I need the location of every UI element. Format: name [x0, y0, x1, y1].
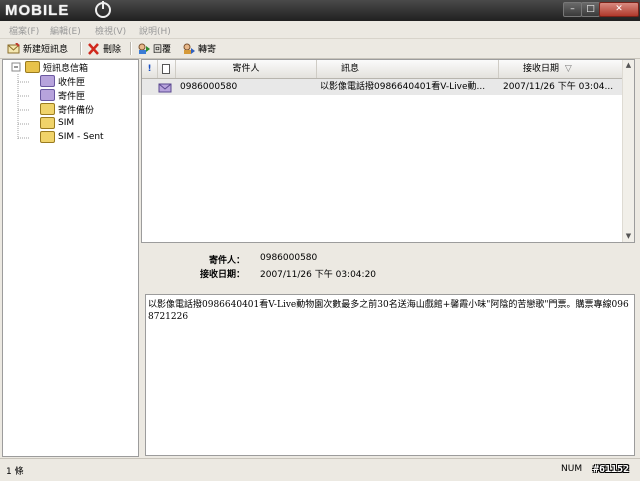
message-list: ! 寄件人 訊息 接收日期 ▽ 0986000580 以影像電話撥0986640… — [141, 59, 635, 243]
outbox-icon — [40, 89, 55, 101]
column-date-label: 接收日期 — [523, 64, 560, 74]
tree-root[interactable]: 短訊息信箱 — [25, 60, 88, 74]
menu-help[interactable]: 說明(H) — [139, 24, 171, 37]
maximize-button[interactable]: □ — [581, 2, 600, 17]
row-sender: 0986000580 — [180, 82, 238, 92]
message-count: 1 條 — [6, 467, 24, 477]
close-button[interactable]: ✕ — [599, 2, 639, 17]
folder-tree: 短訊息信箱 收件匣 寄件匣 寄件備份 SIM SIM - Sent — [2, 59, 139, 457]
tree-item-label: 收件匣 — [58, 77, 86, 88]
minimize-button[interactable]: – — [563, 2, 582, 17]
title-bar[interactable]: MOBILE – □ ✕ — [0, 0, 640, 21]
tree-item-sim-sent[interactable]: SIM - Sent — [40, 130, 104, 144]
menu-bar: 檔案(F) 編輯(E) 檢視(V) 說明(H) — [0, 21, 640, 39]
mailbox-icon — [25, 61, 40, 73]
reply-button[interactable]: 回覆 — [137, 41, 171, 56]
sim-sent-icon — [40, 131, 55, 143]
power-icon — [95, 1, 111, 18]
menu-edit[interactable]: 編輯(E) — [50, 24, 81, 37]
forward-icon — [182, 43, 195, 55]
scroll-down-arrow[interactable]: ▼ — [623, 231, 634, 242]
forward-button[interactable]: 轉寄 — [182, 41, 216, 56]
detail-date-label: 接收日期： — [199, 270, 245, 280]
message-body-text: 以影像電話撥0986640401看V-Live動物園次數最多之前30名送海山戲館… — [148, 300, 629, 322]
message-detail-header: 寄件人： 0986000580 接收日期： 2007/11/26 下午 03:0… — [141, 246, 635, 292]
reply-label: 回覆 — [153, 45, 172, 55]
num-lock-indicator: NUM — [561, 464, 583, 474]
list-header: ! 寄件人 訊息 接收日期 ▽ — [142, 60, 624, 79]
sim-icon — [40, 117, 55, 129]
menu-view[interactable]: 檢視(V) — [95, 24, 126, 37]
sort-descending-icon: ▽ — [564, 64, 572, 74]
new-message-icon — [7, 41, 20, 55]
delete-label: 刪除 — [103, 45, 122, 55]
tree-item-sent-backup[interactable]: 寄件備份 — [40, 102, 94, 116]
detail-date-value: 2007/11/26 下午 03:04:20 — [260, 270, 377, 280]
column-sender[interactable]: 寄件人 — [176, 60, 317, 78]
delete-icon — [87, 42, 100, 55]
detail-sender-value: 0986000580 — [260, 253, 318, 263]
menu-file[interactable]: 檔案(F) — [9, 24, 39, 37]
toolbar: 新建短訊息 刪除 回覆 轉寄 — [0, 39, 640, 59]
column-priority[interactable]: ! — [142, 60, 158, 78]
tree-item-outbox[interactable]: 寄件匣 — [40, 88, 85, 102]
tree-item-inbox[interactable]: 收件匣 — [40, 74, 85, 88]
column-message[interactable]: 訊息 — [317, 60, 499, 78]
tree-item-label: SIM - Sent — [58, 132, 104, 142]
new-message-button[interactable]: 新建短訊息 — [7, 41, 68, 56]
inbox-icon — [40, 75, 55, 87]
column-date[interactable]: 接收日期 ▽ — [499, 60, 624, 78]
tree-item-label: SIM — [58, 118, 75, 128]
watermark: #61152 — [593, 464, 630, 475]
table-row[interactable]: 0986000580 以影像電話撥0986640401看V-Live動... 2… — [142, 79, 624, 95]
delete-button[interactable]: 刪除 — [87, 41, 121, 56]
reply-icon — [137, 43, 150, 55]
detail-sender-label: 寄件人： — [208, 256, 245, 266]
column-type[interactable] — [158, 60, 176, 78]
tree-item-sim[interactable]: SIM — [40, 116, 74, 130]
message-body[interactable]: 以影像電話撥0986640401看V-Live動物園次數最多之前30名送海山戲館… — [145, 294, 635, 456]
tree-item-label: 寄件匣 — [58, 91, 86, 102]
forward-label: 轉寄 — [198, 45, 217, 55]
status-bar: 1 條 NUM #61152 — [0, 458, 640, 481]
list-scrollbar[interactable]: ▲ ▼ — [622, 60, 634, 242]
tree-root-label: 短訊息信箱 — [43, 63, 89, 74]
new-message-label: 新建短訊息 — [23, 45, 69, 55]
document-icon — [162, 64, 170, 74]
row-date: 2007/11/26 下午 03:04... — [503, 82, 614, 92]
row-message: 以影像電話撥0986640401看V-Live動... — [320, 82, 486, 92]
scroll-up-arrow[interactable]: ▲ — [623, 60, 634, 71]
unread-message-icon — [158, 79, 174, 95]
app-logo: MOBILE — [5, 2, 70, 19]
mobile-app-window: MOBILE – □ ✕ 檔案(F) 編輯(E) 檢視(V) 說明(H) 新建短… — [0, 0, 640, 481]
sent-backup-icon — [40, 103, 55, 115]
tree-item-label: 寄件備份 — [58, 105, 95, 116]
